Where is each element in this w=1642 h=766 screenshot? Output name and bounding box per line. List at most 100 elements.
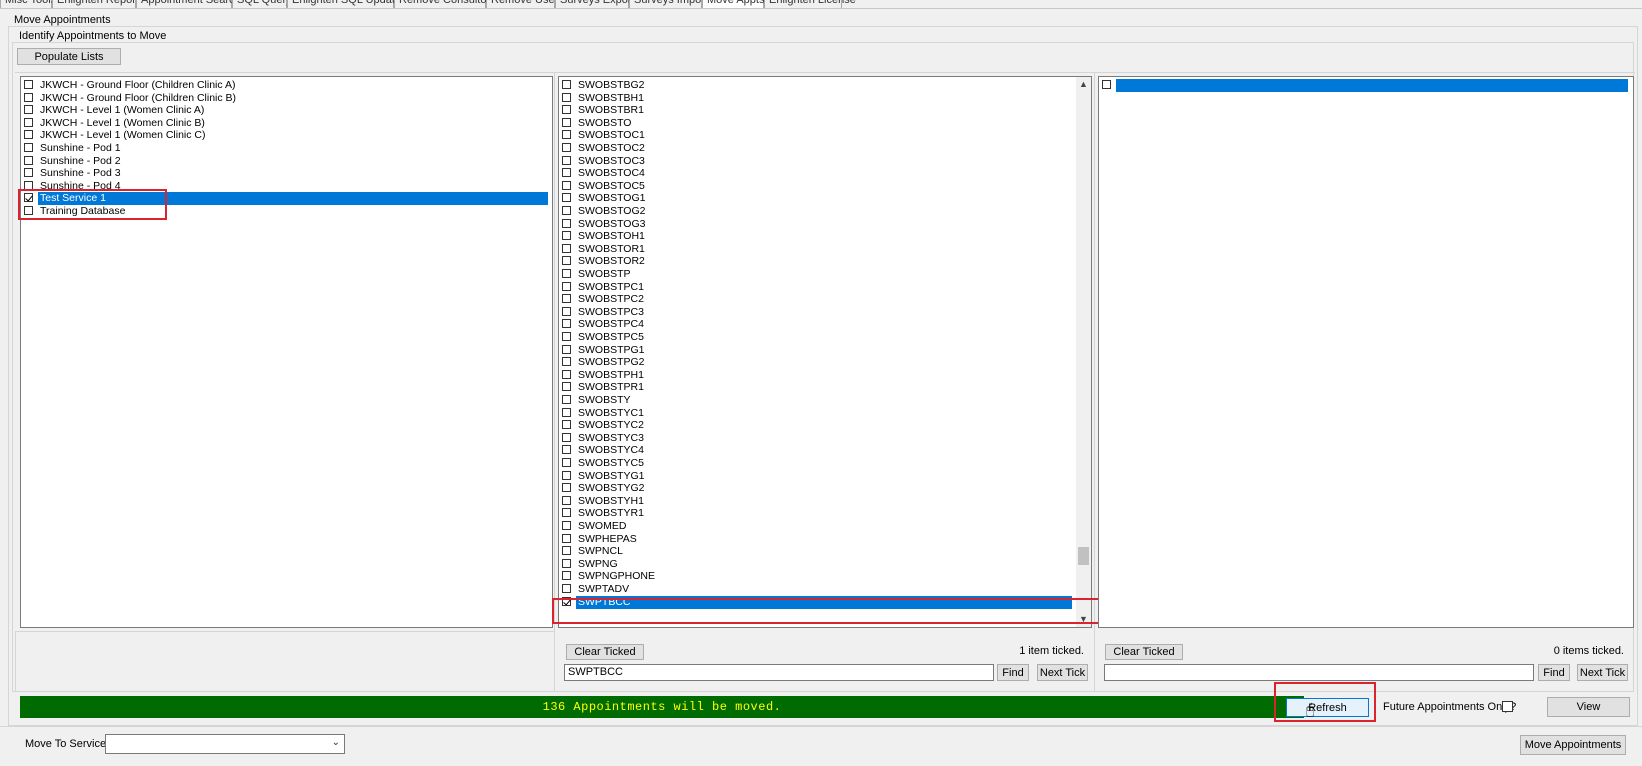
clinic-list-item-checkbox[interactable]: [562, 584, 571, 593]
consultants-list[interactable]: [1098, 76, 1634, 628]
clinic-list-item[interactable]: SWOBSTPC4: [560, 318, 1074, 331]
clinic-list-item-checkbox[interactable]: [562, 294, 571, 304]
clinic-list-item[interactable]: SWOBSTOG2: [560, 205, 1074, 218]
clinic-list-item-checkbox[interactable]: [562, 206, 571, 215]
clinic-list-item[interactable]: SWOBSTPG2: [560, 356, 1074, 369]
clinic-list-item[interactable]: SWOBSTY: [560, 394, 1074, 407]
clinic-list-item[interactable]: SWPTADV: [560, 583, 1074, 596]
clinic-list-item[interactable]: SWOBSTOH1: [560, 230, 1074, 243]
clinic-list-item-checkbox[interactable]: [562, 495, 571, 505]
clinic-list-item[interactable]: SWOMED: [560, 520, 1074, 533]
clinic-list-item-checkbox[interactable]: [562, 168, 571, 178]
clinic-list-item[interactable]: SWOBSTYG2: [560, 482, 1074, 495]
tab-remove-consultors[interactable]: Remove Consultors: [394, 0, 496, 8]
clinic-list-item-checkbox[interactable]: [562, 344, 571, 354]
clinic-list-item[interactable]: SWOBSTYC2: [560, 419, 1074, 432]
consultants-next-tick-button[interactable]: Next Tick: [1577, 664, 1628, 681]
clinic-list-item[interactable]: SWOBSTYC5: [560, 457, 1074, 470]
clinic-list-item-checkbox[interactable]: [562, 243, 571, 253]
clinic-list-item[interactable]: SWOBSTPR1: [560, 381, 1074, 394]
clinic-list-item-checkbox[interactable]: [562, 369, 571, 379]
consultants-find-button[interactable]: Find: [1538, 664, 1570, 681]
tab-appointment-search[interactable]: Appointment Search: [136, 0, 241, 8]
scroll-up-icon[interactable]: ▲: [1078, 77, 1089, 91]
clinic-list-item[interactable]: SWOBSTPC5: [560, 331, 1074, 344]
consultant-list-item-checkbox[interactable]: [1102, 80, 1111, 89]
clinics-clear-ticked-button[interactable]: Clear Ticked: [566, 644, 644, 660]
tab-misc-tools[interactable]: Misc Tools: [0, 0, 56, 8]
clinic-list-item[interactable]: SWPHEPAS: [560, 533, 1074, 546]
service-list-item[interactable]: Sunshine - Pod 2: [22, 155, 550, 168]
clinic-list-item-checkbox[interactable]: [562, 395, 571, 404]
clinics-scrollbar[interactable]: ▲ ▼: [1076, 77, 1091, 627]
clinic-list-item[interactable]: SWOBSTYC4: [560, 444, 1074, 457]
clinic-list-item-checkbox[interactable]: [562, 458, 571, 467]
clinics-find-button[interactable]: Find: [997, 664, 1029, 681]
clinic-list-item[interactable]: SWOBSTBH1: [560, 92, 1074, 105]
clinic-list-item-checkbox[interactable]: [562, 445, 571, 455]
clinic-list-item-checkbox[interactable]: [562, 306, 571, 316]
clinic-list-item-checkbox[interactable]: [562, 180, 571, 190]
clinics-next-tick-button[interactable]: Next Tick: [1037, 664, 1088, 681]
clinic-list-item-checkbox[interactable]: [562, 193, 571, 203]
clinic-list-item-checkbox[interactable]: [562, 80, 571, 89]
clinic-list-item-checkbox[interactable]: [562, 269, 571, 278]
clinic-list-item[interactable]: SWOBSTOR2: [560, 255, 1074, 268]
clinics-search-input[interactable]: SWPTBCC: [564, 664, 994, 681]
clinic-list-item-checkbox[interactable]: [562, 281, 571, 291]
future-only-checkbox[interactable]: [1502, 701, 1513, 712]
clinic-list-item[interactable]: SWOBSTPC3: [560, 306, 1074, 319]
tab-surveys-export[interactable]: Surveys Export: [555, 0, 635, 8]
clinic-list-item[interactable]: SWOBSTYH1: [560, 495, 1074, 508]
view-button[interactable]: View: [1547, 697, 1630, 717]
clinic-list-item[interactable]: SWOBSTOG3: [560, 218, 1074, 231]
clinic-list-item-checkbox[interactable]: [562, 521, 571, 530]
service-list-item-checkbox[interactable]: [24, 155, 33, 165]
clinic-list-item-checkbox[interactable]: [562, 332, 571, 341]
clinic-list-item-checkbox[interactable]: [562, 319, 571, 329]
clinic-list-item-checkbox[interactable]: [562, 533, 571, 543]
clinic-list-item-checkbox[interactable]: [562, 420, 571, 430]
services-list[interactable]: JKWCH - Ground Floor (Children Clinic A)…: [20, 76, 553, 628]
clinic-list-item-checkbox[interactable]: [562, 155, 571, 165]
populate-lists-button[interactable]: Populate Lists: [17, 48, 121, 65]
clinic-list-item[interactable]: SWOBSTP: [560, 268, 1074, 281]
clinic-list-item[interactable]: SWOBSTYC1: [560, 407, 1074, 420]
tab-enlighten-sql-updates[interactable]: Enlighten SQL Updates: [287, 0, 407, 8]
service-list-item-checkbox[interactable]: [24, 168, 33, 178]
clinic-list-item-checkbox[interactable]: [562, 117, 571, 127]
tab-move-appts[interactable]: Move Appts: [702, 0, 764, 8]
clinic-list-item[interactable]: SWOBSTPC2: [560, 293, 1074, 306]
service-list-item[interactable]: JKWCH - Level 1 (Women Clinic B): [22, 117, 550, 130]
clinic-list-item[interactable]: SWOBSTYC3: [560, 432, 1074, 445]
clinic-list-item[interactable]: SWPNGPHONE: [560, 570, 1074, 583]
clinic-list-item[interactable]: SWOBSTOR1: [560, 243, 1074, 256]
service-list-item-checkbox[interactable]: [24, 92, 33, 102]
move-to-service-select[interactable]: ⌄: [105, 734, 345, 754]
clinic-list-item[interactable]: SWOBSTYR1: [560, 507, 1074, 520]
clinic-list-item-checkbox[interactable]: [562, 92, 571, 102]
clinic-list-item-checkbox[interactable]: [562, 256, 571, 266]
service-list-item-checkbox[interactable]: [24, 105, 33, 115]
clinics-list[interactable]: SWOBSTBG2 SWOBSTBH1 SWOBSTBR1 SWOBSTO SWOBST…: [558, 76, 1092, 628]
clinic-list-item[interactable]: SWOBSTOC2: [560, 142, 1074, 155]
clinic-list-item[interactable]: SWPNCL: [560, 545, 1074, 558]
clinic-list-item[interactable]: SWOBSTOC5: [560, 180, 1074, 193]
clinic-list-item-checkbox[interactable]: [562, 546, 571, 556]
clinic-list-item-checkbox[interactable]: [562, 218, 571, 228]
clinics-scroll-thumb[interactable]: [1078, 547, 1089, 565]
service-list-item[interactable]: JKWCH - Ground Floor (Children Clinic A): [22, 79, 550, 92]
clinic-list-item-checkbox[interactable]: [562, 470, 571, 480]
clinic-list-item[interactable]: SWOBSTOC1: [560, 129, 1074, 142]
move-appointments-button[interactable]: Move Appointments: [1520, 735, 1626, 755]
consultants-clear-ticked-button[interactable]: Clear Ticked: [1105, 644, 1183, 660]
clinic-list-item-checkbox[interactable]: [562, 105, 571, 115]
clinic-list-item-checkbox[interactable]: [562, 571, 571, 581]
tab-remove-users[interactable]: Remove Users: [486, 0, 564, 8]
clinic-list-item[interactable]: SWOBSTPG1: [560, 344, 1074, 357]
service-list-item[interactable]: JKWCH - Level 1 (Women Clinic A): [22, 104, 550, 117]
service-list-item-checkbox[interactable]: [24, 117, 33, 127]
consultant-list-item[interactable]: [1100, 79, 1630, 92]
clinic-list-item-checkbox[interactable]: [562, 143, 571, 152]
service-list-item-checkbox[interactable]: [24, 80, 33, 89]
